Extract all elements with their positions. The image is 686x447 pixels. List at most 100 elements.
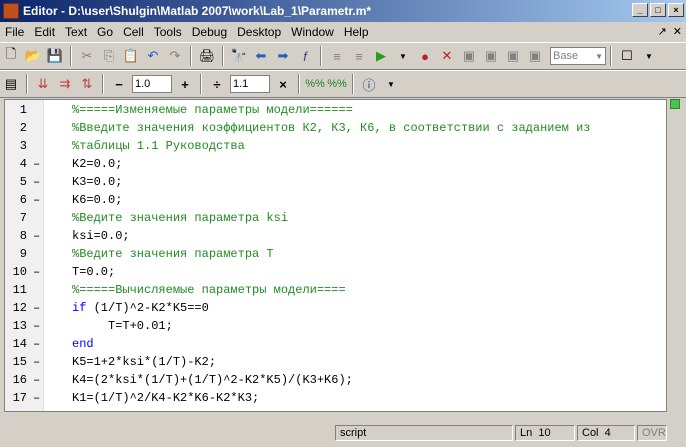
menu-cell[interactable]: Cell [118,22,149,42]
window-layout-icon[interactable]: ☐ [617,46,637,66]
cut-icon[interactable]: ✂ [77,46,97,66]
line-number: 15 [12,355,27,369]
code-text: %=====Изменяемые параметры модели====== [72,103,353,117]
menu-help[interactable]: Help [339,22,374,42]
code-text: ksi=0.0; [72,229,130,243]
line-number: 11 [12,283,27,297]
run-dropdown-icon[interactable]: ▼ [393,46,413,66]
find-icon[interactable]: 🔭 [229,46,249,66]
keyword: if [72,301,87,315]
menu-debug[interactable]: Debug [187,22,232,42]
minimize-button[interactable]: _ [632,3,648,17]
decrement-icon[interactable]: − [109,74,129,94]
cell-remove-icon[interactable]: %% [327,74,347,94]
menu-bar: File Edit Text Go Cell Tools Debug Deskt… [0,22,686,42]
step-in-icon[interactable]: ▣ [481,46,501,66]
separator [200,74,202,94]
line-number: 16 [12,373,27,387]
separator [70,46,72,66]
menu-tools[interactable]: Tools [149,22,187,42]
breakpoint-marker[interactable]: – [33,371,41,389]
exit-debug-icon[interactable]: ▣ [525,46,545,66]
info-dropdown-icon[interactable]: ▼ [381,74,401,94]
redo-icon[interactable]: ↷ [165,46,185,66]
line-number: 1 [19,103,27,117]
menu-text[interactable]: Text [60,22,92,42]
clear-breakpoints-icon[interactable]: ≡ [349,46,369,66]
info-icon[interactable]: ⓘ [359,74,379,94]
breakpoint-marker[interactable]: – [33,353,41,371]
breakpoint-marker[interactable]: – [33,263,41,281]
multiply-icon[interactable]: × [273,74,293,94]
code-text: K4=(2*ksi*(1/T)+(1/T)^2-K2*K5)/(K3+K6); [72,373,353,387]
separator [298,74,300,94]
separator [190,46,192,66]
status-bar: script Ln 10 Col 4 OVR [0,422,686,444]
menu-go[interactable]: Go [92,22,118,42]
breakpoint-marker[interactable]: – [33,191,41,209]
breakpoint-marker[interactable]: – [33,389,41,407]
breakpoint-marker[interactable]: – [33,299,41,317]
breakpoint-marker[interactable]: – [33,155,41,173]
eval-cell-icon[interactable]: ⇊ [33,74,53,94]
breakpoint-marker[interactable]: – [33,317,41,335]
undo-icon[interactable]: ↶ [143,46,163,66]
line-number: 17 [12,391,27,405]
code-text: T=0.0; [72,265,116,279]
divide-value-field[interactable] [230,75,270,93]
line-number: 6 [19,193,27,207]
code-text: end [72,337,94,351]
run-icon[interactable]: ▶ [371,46,391,66]
divide-icon[interactable]: ÷ [207,74,227,94]
undock-icon[interactable]: ↗ [658,25,667,38]
clear-all-breakpoints-icon[interactable]: ✕ [437,46,457,66]
editor-app-icon[interactable] [3,3,19,19]
set-breakpoint-icon[interactable]: ≡ [327,46,347,66]
forward-icon[interactable]: ➡ [273,46,293,66]
layout-dropdown-icon[interactable]: ▼ [639,46,659,66]
code-editor[interactable]: 1 %=====Изменяемые параметры модели======… [4,99,667,412]
eval-cell-advance-icon[interactable]: ⇉ [55,74,75,94]
print-icon[interactable]: 🖨 [197,46,217,66]
separator [222,46,224,66]
menu-desktop[interactable]: Desktop [232,22,286,42]
increment-icon[interactable]: + [175,74,195,94]
decrement-value-field[interactable] [132,75,172,93]
code-text: %Ведите значения параметра ksi [72,211,289,225]
line-number: 2 [19,121,27,135]
stack-select[interactable]: Base ▼ [550,47,606,65]
code-text: %Введите значения коэффициентов К2, К3, … [72,121,591,135]
code-text: K5=1+2*ksi*(1/T)-K2; [72,355,217,369]
back-icon[interactable]: ⬅ [251,46,271,66]
eval-file-icon[interactable]: ⇅ [77,74,97,94]
save-icon[interactable]: 💾 [45,46,65,66]
window-title: Editor - D:\user\Shulgin\Matlab 2007\wor… [23,4,372,18]
status-mode: script [335,425,513,441]
breakpoint-marker[interactable]: – [33,227,41,245]
paste-icon[interactable]: 📋 [121,46,141,66]
breakpoint-marker[interactable]: – [33,173,41,191]
step-icon[interactable]: ▣ [459,46,479,66]
breakpoint-marker[interactable]: – [33,335,41,353]
code-text: T=T+0.01; [72,319,173,333]
close-doc-icon[interactable]: ✕ [673,25,682,38]
close-button[interactable]: × [668,3,684,17]
title-bar: Editor - D:\user\Shulgin\Matlab 2007\wor… [0,0,686,22]
menu-edit[interactable]: Edit [29,22,60,42]
breakpoint-icon[interactable]: ● [415,46,435,66]
line-number: 8 [19,229,27,243]
open-folder-icon[interactable]: 📂 [23,46,43,66]
line-number: 10 [12,265,27,279]
cell-mode-icon[interactable]: ▤ [1,74,21,94]
maximize-button[interactable]: □ [650,3,666,17]
main-toolbar: 🗋 📂 💾 ✂ ⎘ 📋 ↶ ↷ 🖨 🔭 ⬅ ➡ f ≡ ≡ ▶ ▼ ● ✕ ▣ … [0,42,686,70]
menu-window[interactable]: Window [286,22,339,42]
new-file-icon[interactable]: 🗋 [1,46,21,66]
step-out-icon[interactable]: ▣ [503,46,523,66]
line-number: 9 [19,247,27,261]
function-icon[interactable]: f [295,46,315,66]
cell-insert-icon[interactable]: %% [305,74,325,94]
code-text: K2=0.0; [72,157,123,171]
menu-file[interactable]: File [0,22,29,42]
copy-icon[interactable]: ⎘ [99,46,119,66]
